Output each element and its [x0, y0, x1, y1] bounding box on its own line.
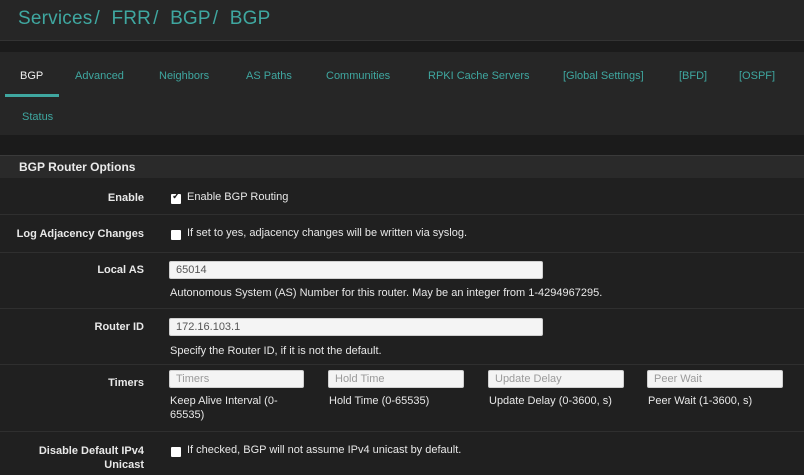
page-header: Services / FRR / BGP / BGP: [0, 0, 804, 41]
panel-heading: BGP Router Options: [0, 155, 804, 179]
breadcrumb-frr[interactable]: FRR: [111, 8, 151, 29]
panel-title: BGP Router Options: [19, 160, 136, 174]
log-adjacency-checkbox-label[interactable]: If set to yes, adjacency changes will be…: [187, 227, 467, 239]
update-delay-input[interactable]: Update Delay: [488, 370, 624, 388]
disable-ipv4-checkbox[interactable]: [171, 447, 181, 457]
breadcrumb-bgp[interactable]: BGP: [170, 8, 211, 29]
peer-wait-help: Peer Wait (1-3600, s): [648, 395, 753, 407]
tab-advanced[interactable]: Advanced: [75, 70, 124, 82]
enable-bgp-checkbox[interactable]: ✓: [171, 191, 181, 204]
breadcrumb: Services / FRR / BGP / BGP: [18, 8, 271, 30]
local-as-row: Local AS 65014 Autonomous System (AS) Nu…: [0, 253, 804, 309]
tab-ospf[interactable]: [OSPF]: [739, 70, 775, 82]
log-adjacency-checkbox[interactable]: [171, 230, 181, 240]
hold-time-input[interactable]: Hold Time: [328, 370, 464, 388]
enable-row: Enable ✓ Enable BGP Routing: [0, 178, 804, 215]
tab-global-settings[interactable]: [Global Settings]: [563, 70, 644, 82]
breadcrumb-services[interactable]: Services: [18, 8, 92, 29]
router-id-label: Router ID: [94, 321, 145, 333]
log-adjacency-label: Log Adjacency Changes: [16, 228, 144, 240]
tab-bar: [0, 52, 804, 135]
router-id-help: Specify the Router ID, if it is not the …: [170, 345, 382, 357]
disable-ipv4-checkbox-label[interactable]: If checked, BGP will not assume IPv4 uni…: [187, 444, 461, 456]
update-delay-help: Update Delay (0-3600, s): [489, 395, 612, 407]
breadcrumb-separator: /: [94, 8, 100, 29]
tab-bfd[interactable]: [BFD]: [679, 70, 707, 82]
timers-label: Timers: [108, 377, 144, 389]
log-adjacency-row: Log Adjacency Changes If set to yes, adj…: [0, 215, 804, 253]
checkmark-icon: ✓: [172, 191, 181, 202]
local-as-help: Autonomous System (AS) Number for this r…: [170, 287, 603, 299]
enable-bgp-checkbox-label[interactable]: Enable BGP Routing: [187, 191, 288, 203]
router-id-input[interactable]: 172.16.103.1: [169, 318, 543, 336]
tab-status[interactable]: Status: [22, 111, 53, 123]
hold-time-help: Hold Time (0-65535): [329, 395, 430, 407]
breadcrumb-separator: /: [212, 8, 219, 29]
keep-alive-help: Keep Alive Interval (0-65535): [170, 395, 278, 421]
peer-wait-input[interactable]: Peer Wait: [647, 370, 783, 388]
tab-as-paths[interactable]: AS Paths: [246, 70, 292, 82]
breadcrumb-separator: /: [153, 8, 159, 29]
breadcrumb-bgp-current[interactable]: BGP: [230, 8, 271, 29]
tab-neighbors[interactable]: Neighbors: [159, 70, 209, 82]
tab-communities[interactable]: Communities: [326, 70, 390, 82]
enable-label: Enable: [107, 192, 144, 204]
disable-ipv4-label: Disable Default IPv4 Unicast: [38, 445, 144, 471]
tab-bgp[interactable]: BGP: [20, 70, 43, 82]
router-id-row: Router ID 172.16.103.1 Specify the Route…: [0, 309, 804, 365]
disable-ipv4-row: Disable Default IPv4 Unicast If checked,…: [0, 432, 804, 475]
active-tab-indicator: [5, 94, 59, 97]
keep-alive-input[interactable]: Timers: [169, 370, 304, 388]
local-as-input[interactable]: 65014: [169, 261, 543, 279]
local-as-label: Local AS: [97, 264, 144, 276]
timers-row: Timers Timers Keep Alive Interval (0-655…: [0, 365, 804, 432]
tab-rpki-cache-servers[interactable]: RPKI Cache Servers: [428, 70, 529, 82]
